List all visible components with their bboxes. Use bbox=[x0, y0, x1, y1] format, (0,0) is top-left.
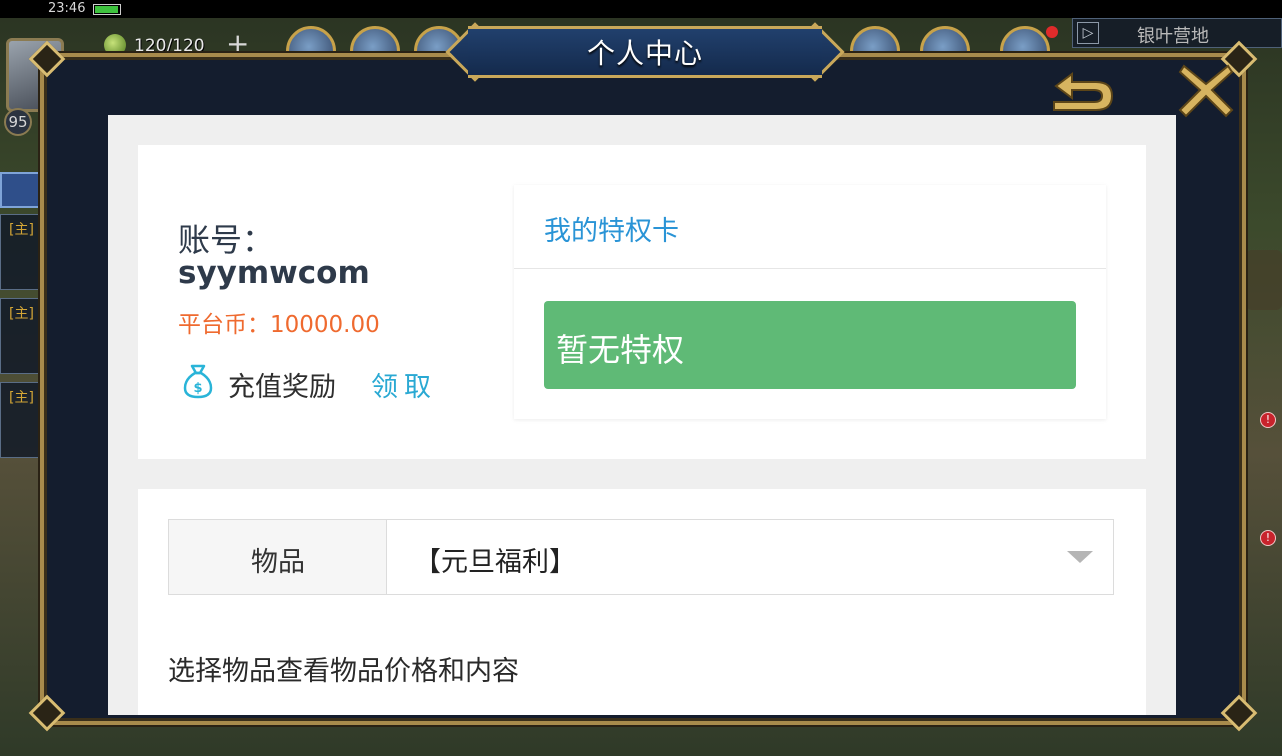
minimap-header[interactable]: ▷ 银叶营地 bbox=[1072, 18, 1282, 48]
account-username: syymwcom bbox=[178, 255, 370, 291]
item-label-cell: 物品 bbox=[169, 520, 387, 594]
privilege-card-title: 我的特权卡 bbox=[544, 216, 679, 247]
privilege-status-text: 暂无特权 bbox=[556, 331, 685, 369]
personal-center-content: 账号： syymwcom 平台币：10000.00 $ 充值奖励 领取 我的特权… bbox=[108, 115, 1176, 715]
items-card: 物品 【元旦福利】 选择物品查看物品价格和内容 bbox=[138, 489, 1146, 715]
item-label: 物品 bbox=[251, 547, 305, 578]
privilege-card-header: 我的特权卡 bbox=[514, 185, 1106, 269]
status-bar: 23:46 bbox=[0, 0, 1282, 18]
item-dropdown[interactable]: 【元旦福利】 bbox=[388, 520, 1113, 594]
modal-title: 个人中心 bbox=[586, 37, 703, 70]
map-name: 银叶营地 bbox=[1137, 26, 1209, 47]
tool-icon[interactable] bbox=[0, 172, 42, 208]
player-level-badge: 95 bbox=[4, 108, 32, 136]
platform-coin-balance: 平台币：10000.00 bbox=[178, 312, 380, 338]
claim-reward-link[interactable]: 领取 bbox=[371, 365, 437, 404]
item-hint-text: 选择物品查看物品价格和内容 bbox=[168, 656, 519, 687]
side-decoration bbox=[1246, 250, 1282, 310]
notification-dot-icon bbox=[1046, 26, 1058, 38]
expand-arrow-icon[interactable]: ▷ bbox=[1077, 22, 1099, 44]
quest-tag: [主] bbox=[9, 390, 34, 406]
recharge-reward-label: 充值奖励 bbox=[228, 372, 336, 403]
quest-tag: [主] bbox=[9, 306, 34, 322]
item-dropdown-value: 【元旦福利】 bbox=[414, 547, 576, 578]
quest-tab[interactable]: [主] bbox=[0, 298, 40, 374]
quest-tab[interactable]: [主] bbox=[0, 214, 40, 290]
privilege-card-panel: 我的特权卡 暂无特权 bbox=[514, 185, 1106, 419]
modal-title-plate: 个人中心 bbox=[445, 22, 845, 82]
alert-badge-icon: ! bbox=[1260, 412, 1276, 428]
quest-tab[interactable]: [主] bbox=[0, 382, 40, 458]
back-icon[interactable] bbox=[1046, 66, 1120, 114]
alert-badge-icon: ! bbox=[1260, 530, 1276, 546]
money-bag-icon: $ bbox=[183, 364, 213, 399]
privilege-status-box: 暂无特权 bbox=[544, 301, 1076, 389]
account-card: 账号： syymwcom 平台币：10000.00 $ 充值奖励 领取 我的特权… bbox=[138, 145, 1146, 459]
close-icon[interactable] bbox=[1176, 60, 1236, 120]
item-select-row: 物品 【元旦福利】 bbox=[168, 519, 1114, 595]
chevron-down-icon[interactable] bbox=[1067, 551, 1093, 563]
game-screen: 23:46 95 120/120 + ▷ 银叶营地 [主] [主] [主] ! … bbox=[0, 0, 1282, 756]
svg-text:$: $ bbox=[193, 381, 202, 396]
quest-tag: [主] bbox=[9, 222, 34, 238]
battery-icon bbox=[93, 4, 121, 15]
status-time: 23:46 bbox=[48, 1, 86, 16]
